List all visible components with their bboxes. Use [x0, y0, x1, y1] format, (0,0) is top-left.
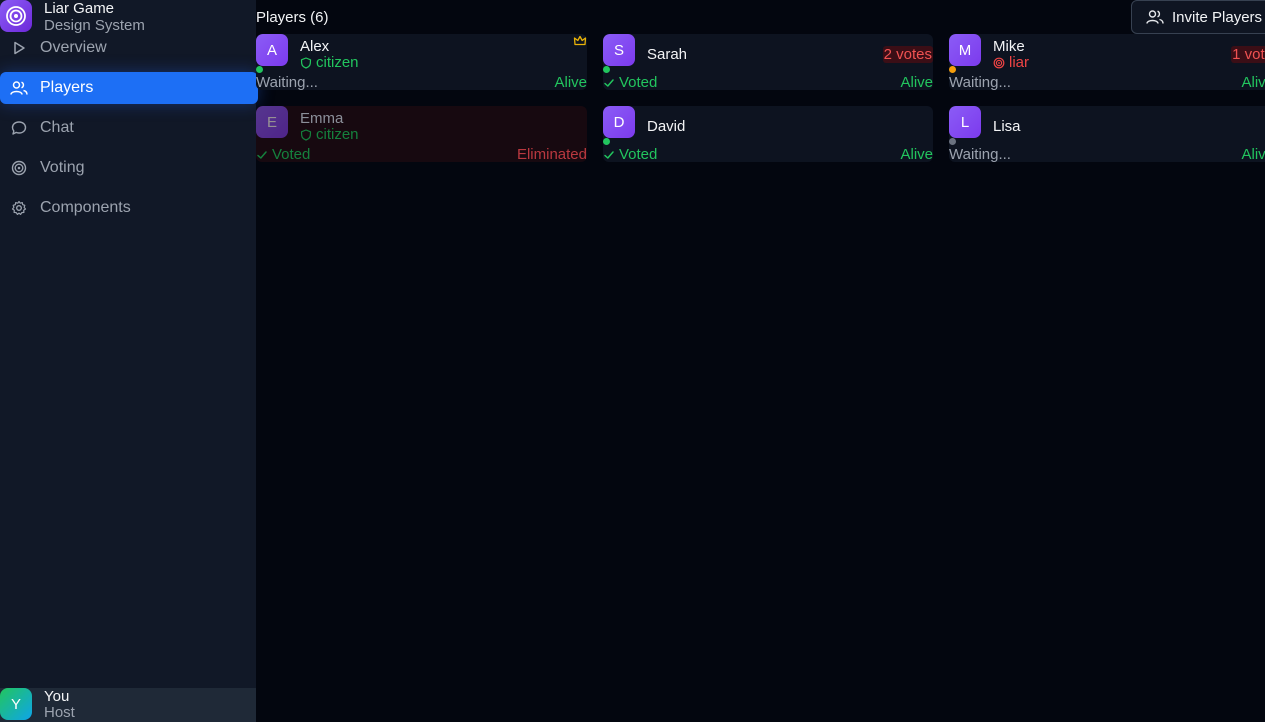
player-name: Sarah — [647, 46, 688, 63]
votes-badge: 2 votes — [882, 46, 933, 63]
check-icon — [256, 149, 268, 161]
player-name: Alex — [300, 38, 330, 55]
target-icon — [993, 57, 1005, 69]
current-user[interactable]: Y You Host — [0, 688, 256, 722]
player-name: David — [647, 118, 686, 135]
life-status: Alive — [900, 74, 933, 90]
target-icon — [10, 159, 28, 177]
page-title: Players (6) — [256, 9, 329, 26]
sidebar-item-label: Chat — [40, 119, 74, 136]
sidebar-item-components[interactable]: Components — [0, 192, 258, 224]
avatar: Y — [0, 688, 32, 720]
player-card-david[interactable]: D David Voted Alive — [603, 106, 933, 162]
user-role: Host — [44, 704, 75, 721]
life-status: Alive — [554, 74, 587, 90]
player-role-label: liar — [1009, 54, 1030, 71]
player-role-label: citizen — [316, 54, 359, 71]
sidebar-item-label: Components — [40, 199, 131, 216]
sidebar-item-overview[interactable]: Overview — [0, 32, 258, 64]
player-role-label: citizen — [316, 126, 359, 143]
avatar: A — [256, 34, 288, 66]
vote-status: Waiting... — [949, 74, 1011, 90]
player-name: Lisa — [993, 118, 1021, 135]
check-icon — [603, 77, 615, 89]
player-role: liar — [993, 54, 1029, 71]
play-icon — [10, 39, 28, 57]
vote-status-label: Voted — [272, 146, 311, 162]
avatar: D — [603, 106, 635, 138]
votes-badge: 1 vote — [1231, 46, 1265, 63]
player-card-alex[interactable]: A Alex citizen Waiting... Alive — [256, 34, 587, 90]
sidebar-item-label: Voting — [40, 159, 85, 176]
online-status-dot — [256, 66, 263, 73]
player-name: Emma — [300, 110, 344, 127]
vote-status: Voted — [256, 146, 310, 162]
life-status: Alive — [1241, 146, 1265, 162]
avatar: E — [256, 106, 288, 138]
sidebar-item-players[interactable]: Players — [0, 72, 258, 104]
crown-icon — [573, 34, 587, 48]
vote-status: Waiting... — [949, 146, 1011, 162]
avatar: S — [603, 34, 635, 66]
player-card-emma[interactable]: E Emma citizen Voted Eliminated — [256, 106, 587, 162]
app-root: Liar Game Design System Overview Players… — [0, 0, 1265, 722]
life-status: Alive — [900, 146, 933, 162]
vote-status-label: Voted — [619, 146, 658, 162]
user-name: You — [44, 688, 70, 705]
player-name: Mike — [993, 38, 1025, 55]
target-icon — [0, 0, 32, 32]
online-status-dot — [603, 138, 610, 145]
online-status-dot — [949, 66, 956, 73]
player-card-sarah[interactable]: S Sarah 2 votes Voted Alive — [603, 34, 933, 90]
avatar: L — [949, 106, 981, 138]
sidebar-item-voting[interactable]: Voting — [0, 152, 258, 184]
brand[interactable]: Liar Game Design System — [0, 0, 256, 34]
sidebar-item-chat[interactable]: Chat — [0, 112, 258, 144]
shield-icon — [300, 56, 312, 69]
vote-status-label: Voted — [619, 74, 658, 90]
online-status-dot — [949, 138, 956, 145]
brand-title: Liar Game — [44, 0, 115, 17]
vote-status: Voted — [603, 74, 657, 90]
life-status: Eliminated — [516, 146, 587, 162]
player-card-lisa[interactable]: L Lisa Waiting... Alive — [949, 106, 1265, 162]
life-status: Alive — [1241, 74, 1265, 90]
player-card-mike[interactable]: M Mike liar 1 vote Waiting... Alive — [949, 34, 1265, 90]
sidebar-item-label: Players — [40, 79, 94, 96]
gear-icon — [10, 199, 28, 217]
player-role: citizen — [300, 54, 359, 71]
users-icon — [1146, 9, 1164, 25]
invite-players-label: Invite Players — [1172, 8, 1263, 26]
online-status-dot — [603, 66, 610, 73]
avatar: M — [949, 34, 981, 66]
check-icon — [603, 149, 615, 161]
users-icon — [10, 79, 28, 97]
shield-icon — [300, 128, 312, 141]
player-role: citizen — [300, 126, 359, 143]
chat-icon — [10, 119, 28, 137]
sidebar: Liar Game Design System Overview Players… — [0, 0, 258, 722]
vote-status: Voted — [603, 146, 657, 162]
sidebar-item-label: Overview — [40, 39, 107, 56]
invite-players-button[interactable]: Invite Players — [1131, 0, 1265, 34]
vote-status: Waiting... — [256, 74, 318, 90]
